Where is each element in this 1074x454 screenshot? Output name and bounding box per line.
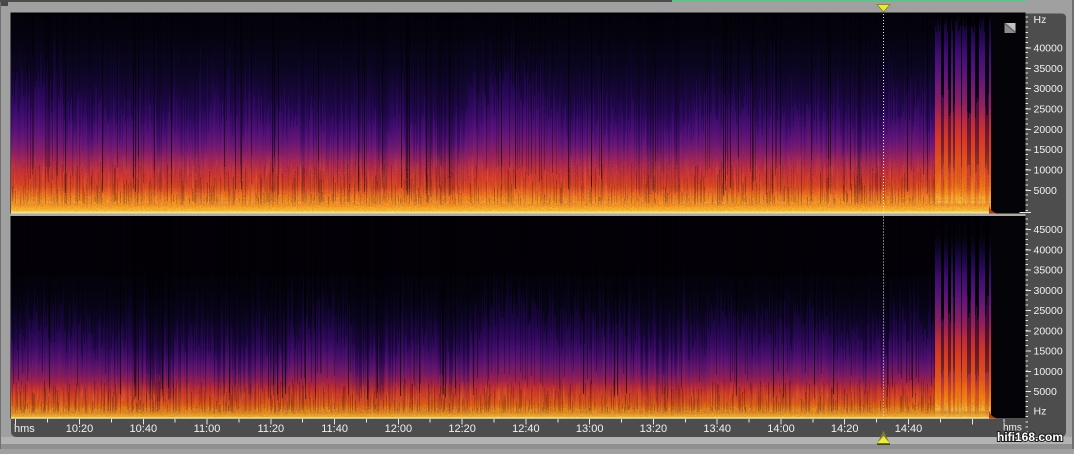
svg-text:25000: 25000 — [1034, 104, 1063, 116]
svg-text:15000: 15000 — [1034, 144, 1063, 156]
svg-text:10:20: 10:20 — [66, 423, 94, 435]
svg-text:10000: 10000 — [1034, 165, 1063, 177]
svg-text:hms: hms — [14, 423, 35, 435]
svg-text:hifi168.com: hifi168.com — [997, 430, 1063, 444]
svg-text:45000: 45000 — [1034, 224, 1063, 236]
svg-text:20000: 20000 — [1034, 325, 1063, 337]
svg-text:11:00: 11:00 — [194, 423, 221, 435]
svg-text:14:00: 14:00 — [767, 423, 795, 435]
svg-text:35000: 35000 — [1034, 63, 1063, 75]
svg-text:12:40: 12:40 — [512, 423, 540, 435]
svg-text:15000: 15000 — [1034, 346, 1063, 358]
svg-text:10000: 10000 — [1034, 366, 1063, 378]
svg-text:13:20: 13:20 — [640, 423, 668, 435]
svg-text:12:20: 12:20 — [448, 423, 476, 435]
svg-text:40000: 40000 — [1034, 244, 1063, 256]
svg-text:20000: 20000 — [1034, 124, 1063, 136]
svg-text:Hz: Hz — [1034, 14, 1047, 26]
svg-text:10:40: 10:40 — [130, 423, 158, 435]
svg-text:13:40: 13:40 — [703, 423, 731, 435]
svg-text:11:20: 11:20 — [257, 423, 284, 435]
svg-text:13:00: 13:00 — [576, 423, 604, 435]
svg-text:14:40: 14:40 — [895, 423, 923, 435]
svg-text:30000: 30000 — [1034, 285, 1063, 297]
svg-text:5000: 5000 — [1034, 185, 1058, 197]
svg-text:40000: 40000 — [1034, 43, 1063, 55]
svg-text:25000: 25000 — [1034, 305, 1063, 317]
svg-text:30000: 30000 — [1034, 83, 1063, 95]
svg-text:14:20: 14:20 — [831, 423, 859, 435]
svg-text:11:40: 11:40 — [321, 423, 348, 435]
svg-text:Hz: Hz — [1034, 406, 1047, 418]
svg-text:12:00: 12:00 — [385, 423, 413, 435]
svg-text:5000: 5000 — [1034, 386, 1058, 398]
svg-text:35000: 35000 — [1034, 265, 1063, 277]
